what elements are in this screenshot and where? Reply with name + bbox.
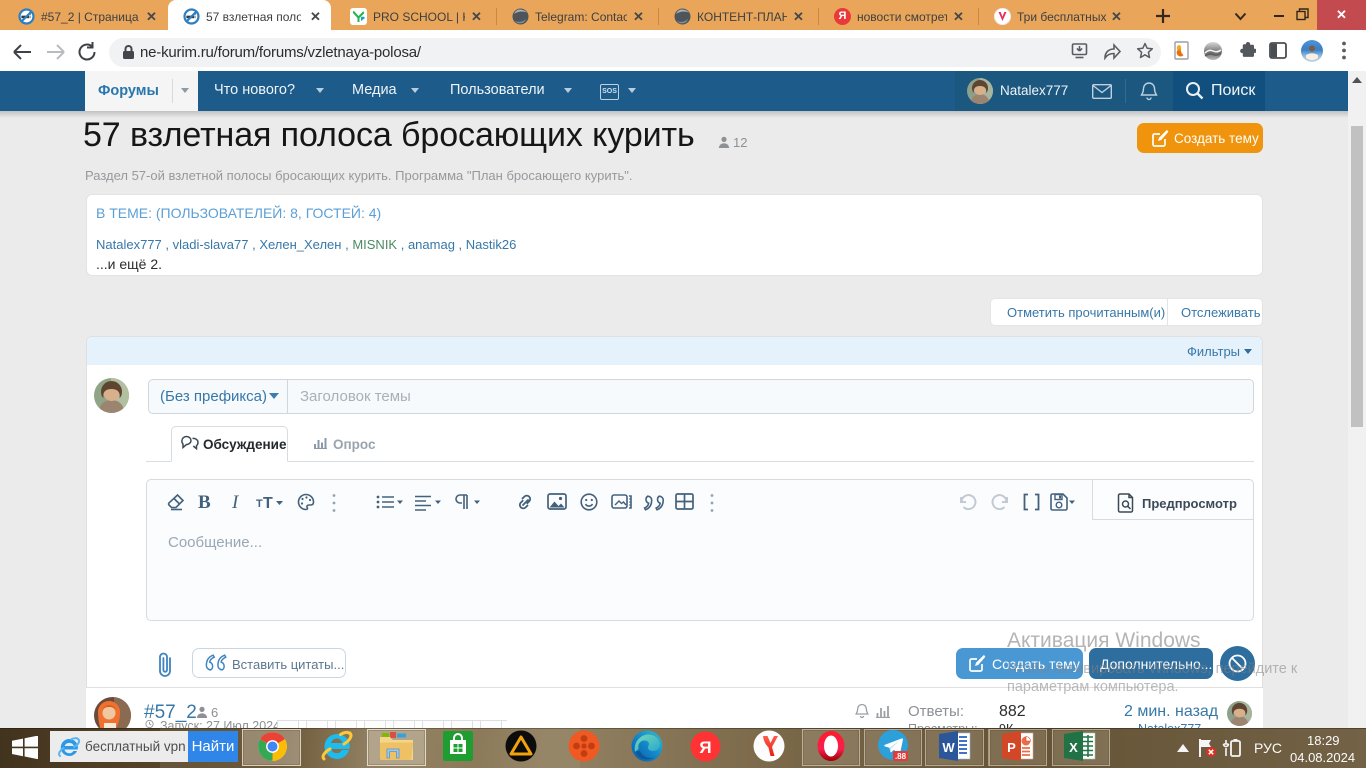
svg-text:Я: Я: [699, 738, 711, 757]
svg-text:T: T: [256, 498, 263, 510]
svg-text:B: B: [198, 492, 211, 511]
svg-text:P: P: [1007, 740, 1016, 755]
svg-text:I: I: [231, 492, 240, 511]
svg-text:X: X: [1069, 740, 1078, 755]
svg-text:T: T: [263, 495, 273, 511]
svg-text:W: W: [942, 740, 955, 755]
svg-text:.88: .88: [895, 752, 907, 761]
